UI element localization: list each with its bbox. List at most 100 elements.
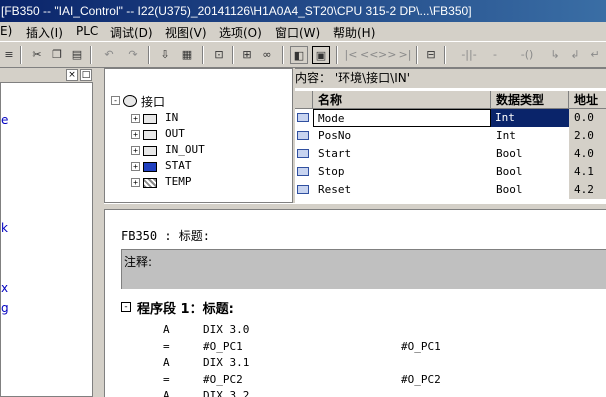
code-operand: DIX 3.1 bbox=[203, 356, 250, 369]
prev-icon[interactable]: << bbox=[360, 46, 378, 64]
table-row[interactable]: Stop Bool 4.1 bbox=[295, 163, 606, 181]
branch-open-icon[interactable]: ↳ bbox=[546, 46, 564, 64]
column-header-type[interactable]: 数据类型 bbox=[491, 91, 569, 109]
expand-icon[interactable]: + bbox=[131, 146, 140, 155]
toolbar-separator bbox=[148, 46, 150, 64]
table-row[interactable]: Start Bool 4.0 bbox=[295, 145, 606, 163]
parameter-out-icon bbox=[143, 130, 157, 140]
code-op: = bbox=[163, 340, 170, 353]
table-row[interactable]: PosNo Int 2.0 bbox=[295, 127, 606, 145]
code-line[interactable]: A DIX 3.1 bbox=[163, 356, 249, 372]
code-operand: #O_PC2 bbox=[203, 373, 243, 386]
horizontal-splitter[interactable] bbox=[104, 203, 606, 210]
collapse-icon[interactable]: - bbox=[111, 96, 120, 105]
undo-icon[interactable]: ↶ bbox=[100, 46, 118, 64]
cell-type[interactable]: Int bbox=[491, 127, 569, 145]
paste-icon[interactable]: ▤ bbox=[68, 46, 86, 64]
cell-name[interactable]: Start bbox=[313, 145, 491, 163]
block-comment[interactable]: 注释: bbox=[121, 249, 606, 289]
table-row[interactable]: Mode Int 0.0 bbox=[295, 109, 606, 127]
code-op: = bbox=[163, 373, 170, 386]
connection-icon[interactable]: ↵ bbox=[586, 46, 604, 64]
cell-address: 4.1 bbox=[569, 163, 606, 181]
menu-edit[interactable]: E) bbox=[0, 24, 12, 38]
cell-address: 4.2 bbox=[569, 181, 606, 199]
last-icon[interactable]: >| bbox=[396, 46, 414, 64]
block-title[interactable]: FB350 : 标题: bbox=[121, 227, 210, 244]
contact-no-icon[interactable]: -||- bbox=[460, 46, 478, 64]
code-line[interactable]: A DIX 3.2 bbox=[163, 389, 249, 397]
cell-name[interactable]: PosNo bbox=[313, 127, 491, 145]
cell-type[interactable]: Bool bbox=[491, 163, 569, 181]
contact-nc-icon[interactable]: -|/|- bbox=[486, 46, 504, 79]
menu-view[interactable]: 视图(V) bbox=[165, 24, 207, 41]
table-row[interactable]: Reset Bool 4.2 bbox=[295, 181, 606, 199]
pane-close-icon[interactable]: × bbox=[66, 69, 78, 81]
tree-label: 接口 bbox=[141, 95, 166, 109]
monitor-icon[interactable]: ▦ bbox=[178, 46, 196, 64]
cell-type[interactable]: Int bbox=[491, 109, 569, 127]
code-line[interactable]: = #O_PC1 #O_PC1 bbox=[163, 340, 583, 356]
code-comment: #O_PC2 bbox=[401, 373, 441, 386]
parameter-in-icon bbox=[143, 114, 157, 124]
expand-icon[interactable]: + bbox=[131, 178, 140, 187]
expand-icon[interactable]: + bbox=[131, 114, 140, 123]
column-header-address[interactable]: 地址 bbox=[569, 91, 606, 109]
code-operand: DIX 3.0 bbox=[203, 323, 250, 336]
code-line[interactable]: A DIX 3.0 bbox=[163, 323, 249, 339]
menu-fragment-icon[interactable]: ≡ bbox=[0, 46, 18, 64]
overview-icon[interactable]: ◧ bbox=[290, 46, 308, 64]
redo-icon[interactable]: ↷ bbox=[124, 46, 142, 64]
copy-icon[interactable]: ❐ bbox=[48, 46, 66, 64]
tree-fragment[interactable]: e bbox=[1, 113, 8, 127]
menu-window[interactable]: 窗口(W) bbox=[275, 24, 320, 41]
code-op: A bbox=[163, 389, 170, 397]
expand-icon[interactable]: + bbox=[131, 162, 140, 171]
cut-icon[interactable]: ✂ bbox=[28, 46, 46, 64]
cell-name[interactable]: Reset bbox=[313, 181, 491, 199]
insert-rung-icon[interactable]: ⊞ bbox=[238, 46, 256, 64]
network-title[interactable]: 程序段 1：标题: bbox=[137, 298, 234, 317]
tree-fragment[interactable]: g bbox=[1, 301, 9, 315]
menu-bar: E) 插入(I) PLC 调试(D) 视图(V) 选项(O) 窗口(W) 帮助(… bbox=[0, 22, 606, 41]
pane-header: × □ bbox=[0, 68, 95, 82]
insert-network-icon[interactable]: ⊡ bbox=[210, 46, 228, 64]
content-path: 内容： '环境\接口\IN' bbox=[295, 69, 606, 88]
cell-type[interactable]: Bool bbox=[491, 145, 569, 163]
comment-label: 注释: bbox=[124, 255, 153, 269]
code-line[interactable]: = #O_PC2 #O_PC2 bbox=[163, 373, 583, 389]
expand-icon[interactable]: + bbox=[131, 130, 140, 139]
download-icon[interactable]: ⇩ bbox=[156, 46, 174, 64]
next-icon[interactable]: >> bbox=[378, 46, 396, 64]
tree-label: STAT bbox=[165, 159, 192, 172]
details-icon[interactable]: ▣ bbox=[312, 46, 330, 64]
cell-name[interactable]: Mode bbox=[313, 109, 491, 127]
first-icon[interactable]: |< bbox=[342, 46, 360, 64]
network-collapse-icon[interactable]: - bbox=[121, 302, 131, 312]
tree-fragment[interactable]: k bbox=[1, 221, 8, 235]
window-title-bar[interactable]: [FB350 -- "IAI_Control" -- I22(U375)_201… bbox=[0, 0, 606, 22]
code-operand: DIX 3.2 bbox=[203, 389, 250, 397]
code-op: A bbox=[163, 356, 170, 369]
code-operand: #O_PC1 bbox=[203, 340, 243, 353]
search-icon[interactable]: ∞ bbox=[258, 46, 276, 64]
variable-icon bbox=[297, 185, 309, 194]
tree-fragment[interactable]: x bbox=[1, 281, 8, 295]
coil-icon[interactable]: -() bbox=[518, 46, 536, 64]
menu-options[interactable]: 选项(O) bbox=[219, 24, 262, 41]
toolbar-separator bbox=[336, 46, 338, 64]
code-editor[interactable]: FB350 : 标题: 注释: - 程序段 1：标题: A DIX 3.0 = … bbox=[104, 210, 606, 397]
menu-plc[interactable]: PLC bbox=[76, 24, 98, 38]
branch-close-icon[interactable]: ↲ bbox=[566, 46, 584, 64]
ladder-icon[interactable]: ⊟ bbox=[422, 46, 440, 64]
column-header-name[interactable]: 名称 bbox=[313, 91, 491, 109]
cell-name[interactable]: Stop bbox=[313, 163, 491, 181]
pane-restore-icon[interactable]: □ bbox=[80, 69, 92, 81]
toolbar-separator bbox=[20, 46, 22, 64]
pane-body: e k x g bbox=[0, 82, 93, 397]
menu-debug[interactable]: 调试(D) bbox=[110, 24, 153, 41]
menu-insert[interactable]: 插入(I) bbox=[26, 24, 63, 41]
menu-help[interactable]: 帮助(H) bbox=[333, 24, 375, 41]
interface-icon bbox=[123, 95, 137, 107]
cell-type[interactable]: Bool bbox=[491, 181, 569, 199]
